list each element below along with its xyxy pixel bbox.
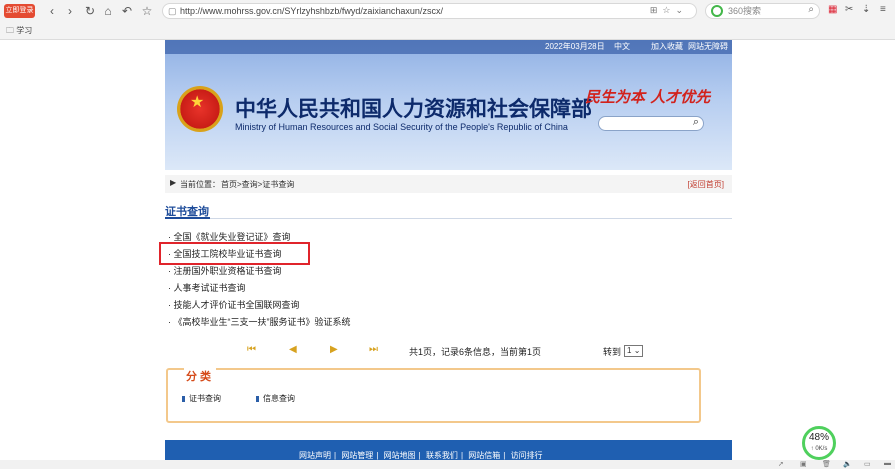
address-bar[interactable]: ▢ http://www.mohrss.gov.cn/SYrlzyhshbzb/… bbox=[162, 3, 697, 19]
footer-link-ranking[interactable]: 访问排行 bbox=[511, 451, 543, 460]
screen-icon[interactable]: ▭ bbox=[864, 460, 871, 468]
browser-chrome: 立即登录 ‹ › ↻ ⌂ ↶ ☆ ▢ http://www.mohrss.gov… bbox=[0, 0, 895, 40]
bookmark-folder[interactable]: 🗀 学习 bbox=[6, 25, 32, 39]
page-select[interactable]: 1 ⌄ bbox=[624, 345, 643, 357]
footer-link-contact[interactable]: 联系我们 bbox=[426, 451, 458, 460]
scissors-icon[interactable]: ✂ bbox=[845, 4, 853, 15]
breadcrumb: ▶ 当前位置： 首页>查询>证书查询 [返回首页] bbox=[165, 175, 732, 193]
star-icon[interactable]: ☆ bbox=[139, 3, 155, 19]
top-bar: 2022年03月28日 中文 加入收藏 网站无障碍 bbox=[165, 40, 732, 54]
category-title: 分类 bbox=[184, 368, 216, 384]
lang-link[interactable]: 中文 bbox=[614, 41, 630, 53]
network-speed-widget[interactable]: 48% ↑ 0K/s bbox=[802, 426, 836, 460]
undo-icon[interactable]: ↶ bbox=[119, 3, 135, 19]
site-slogan: 民生为本 人才优先 bbox=[585, 88, 711, 106]
breadcrumb-label: 当前位置： bbox=[180, 180, 220, 189]
rocket-icon[interactable]: ➚ bbox=[778, 460, 784, 468]
site-search-icon[interactable]: ⌕ bbox=[693, 116, 699, 129]
footer-separator: | bbox=[503, 451, 506, 460]
footer-link-sitemap[interactable]: 网站地图 bbox=[384, 451, 416, 460]
download-icon[interactable]: ⇣ bbox=[862, 4, 870, 15]
search-icon[interactable]: ⌕ bbox=[808, 4, 814, 15]
footer-separator: | bbox=[460, 451, 464, 460]
page-icon: ▢ bbox=[168, 6, 177, 16]
category-item-label: 证书查询 bbox=[189, 394, 221, 403]
speed-percent: 48% bbox=[808, 432, 829, 443]
login-badge[interactable]: 立即登录 bbox=[4, 4, 35, 18]
next-page-icon[interactable]: ▶ bbox=[330, 344, 338, 355]
section-divider-accent bbox=[165, 217, 210, 219]
bookmark-label: 学习 bbox=[16, 26, 33, 35]
footer-separator: | bbox=[334, 451, 337, 460]
footer-link-statement[interactable]: 网站声明 bbox=[299, 451, 331, 460]
search-engine-icon bbox=[711, 5, 723, 17]
bullet-icon bbox=[182, 395, 185, 402]
pager: ⏮ ◀ ▶ ⏭ 共1页，记录6条信息，当前第1页 转到 1 ⌄ bbox=[165, 343, 732, 359]
back-icon[interactable]: ‹ bbox=[44, 3, 60, 19]
footer-link-management[interactable]: 网站管理 bbox=[341, 451, 373, 460]
address-url[interactable]: http://www.mohrss.gov.cn/SYrlzyhshbzb/fw… bbox=[180, 5, 443, 18]
last-page-icon[interactable]: ⏭ bbox=[369, 344, 378, 355]
browser-search-placeholder[interactable]: 360搜索 bbox=[728, 5, 761, 18]
window-icon[interactable]: ▣ bbox=[800, 460, 807, 468]
first-page-icon[interactable]: ⏮ bbox=[247, 344, 256, 355]
list-item-foreign-cert[interactable]: · 注册国外职业资格证书查询 bbox=[168, 264, 282, 277]
screen: 立即登录 ‹ › ↻ ⌂ ↶ ☆ ▢ http://www.mohrss.gov… bbox=[0, 0, 895, 469]
speed-rate: ↑ 0K/s bbox=[810, 446, 828, 452]
favorite-link[interactable]: 加入收藏 bbox=[651, 41, 683, 53]
pager-info: 共1页，记录6条信息，当前第1页 bbox=[409, 347, 542, 357]
prev-page-icon[interactable]: ◀ bbox=[289, 344, 297, 355]
site-title: 中华人民共和国人力资源和社会保障部 bbox=[235, 98, 592, 121]
bullet-icon bbox=[256, 395, 259, 402]
refresh-icon[interactable]: ↻ bbox=[82, 3, 98, 19]
browser-status-bar: ➚ ▣ 🗑 🔈 ▭ ▬ bbox=[0, 460, 895, 469]
bookmark-bar: 🗀 学习 bbox=[0, 22, 895, 40]
list-item-sanzhiyifu-cert[interactable]: · 《高校毕业生“三支一扶”服务证书》验证系统 bbox=[168, 315, 351, 328]
site-search-input[interactable]: ⌕ bbox=[598, 116, 704, 131]
highlight-box bbox=[159, 242, 310, 265]
home-icon[interactable]: ⌂ bbox=[100, 3, 116, 19]
category-box: 分类 证书查询 信息查询 bbox=[166, 368, 701, 423]
goto-label: 转到 bbox=[603, 347, 622, 357]
forward-icon[interactable]: › bbox=[62, 3, 78, 19]
apps-icon[interactable]: ▦ bbox=[828, 4, 837, 15]
category-item-cert-query[interactable]: 证书查询 bbox=[182, 393, 221, 404]
footer-separator: | bbox=[418, 451, 421, 460]
list-item-personnel-exam-cert[interactable]: · 人事考试证书查询 bbox=[168, 281, 246, 294]
footer-separator: | bbox=[376, 451, 379, 460]
site-banner: 2022年03月28日 中文 加入收藏 网站无障碍 ★ 中华人民共和国人力资源和… bbox=[165, 40, 732, 170]
browser-search[interactable]: 360搜索 ⌕ bbox=[705, 3, 820, 19]
footer-link-mailbox[interactable]: 网站信箱 bbox=[468, 451, 500, 460]
back-home-link[interactable]: [返回首页] bbox=[688, 179, 724, 190]
list-item-skills-cert[interactable]: · 技能人才评价证书全国联网查询 bbox=[168, 298, 300, 311]
menu-icon[interactable]: ≡ bbox=[880, 4, 886, 15]
accessibility-link[interactable]: 网站无障碍 bbox=[688, 41, 728, 53]
volume-icon[interactable]: 🔈 bbox=[843, 460, 852, 468]
browser-toolbar: 立即登录 ‹ › ↻ ⌂ ↶ ☆ ▢ http://www.mohrss.gov… bbox=[0, 0, 895, 22]
site-title-en: Ministry of Human Resources and Social S… bbox=[235, 122, 568, 132]
breadcrumb-path[interactable]: 首页>查询>证书查询 bbox=[221, 179, 294, 190]
minimize-icon[interactable]: ▬ bbox=[884, 460, 891, 467]
national-emblem-icon: ★ bbox=[177, 86, 223, 132]
address-tools-icon[interactable]: ⊞☆⌄ bbox=[650, 5, 688, 16]
category-item-label: 信息查询 bbox=[263, 394, 295, 403]
category-item-info-query[interactable]: 信息查询 bbox=[256, 393, 295, 404]
breadcrumb-arrow-icon: ▶ bbox=[170, 178, 177, 187]
section-divider bbox=[165, 218, 732, 219]
chevron-down-icon: ⌄ bbox=[633, 346, 641, 355]
current-date: 2022年03月28日 bbox=[545, 42, 605, 51]
page-select-value: 1 bbox=[627, 346, 632, 355]
trash-icon[interactable]: 🗑 bbox=[822, 460, 831, 468]
